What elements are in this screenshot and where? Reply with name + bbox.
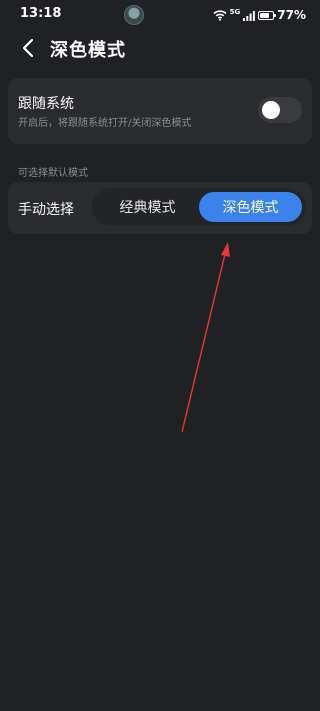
page-title: 深色模式 — [50, 40, 126, 61]
status-indicators: 5G 77% — [213, 6, 306, 24]
dark-mode-option[interactable]: 深色模式 — [199, 192, 302, 222]
manual-select-card: 手动选择 经典模式 深色模式 — [8, 182, 312, 234]
follow-system-title: 跟随系统 — [18, 96, 74, 112]
battery-percent: 77% — [277, 8, 306, 22]
mode-segmented-control: 经典模式 深色模式 — [92, 188, 306, 226]
battery-level — [260, 12, 270, 18]
follow-system-toggle[interactable] — [258, 97, 302, 123]
battery-icon — [258, 10, 277, 20]
section-label: 可选择默认模式 — [18, 168, 88, 179]
toggle-knob — [262, 101, 280, 119]
follow-system-description: 开启后，将跟随系统打开/关闭深色模式 — [18, 118, 192, 129]
network-type: 5G — [229, 7, 241, 16]
status-time: 13:18 — [20, 6, 62, 21]
wifi-icon — [213, 10, 227, 21]
back-button[interactable] — [14, 34, 42, 62]
status-bar: 13:18 5G 77% — [0, 0, 320, 30]
page-header: 深色模式 — [0, 30, 320, 66]
signal-icon — [243, 10, 256, 21]
chevron-left-icon — [22, 38, 34, 58]
notification-avatar-icon — [124, 5, 144, 25]
manual-select-label: 手动选择 — [18, 202, 74, 218]
follow-system-card: 跟随系统 开启后，将跟随系统打开/关闭深色模式 — [8, 78, 312, 144]
classic-mode-option[interactable]: 经典模式 — [96, 192, 199, 222]
